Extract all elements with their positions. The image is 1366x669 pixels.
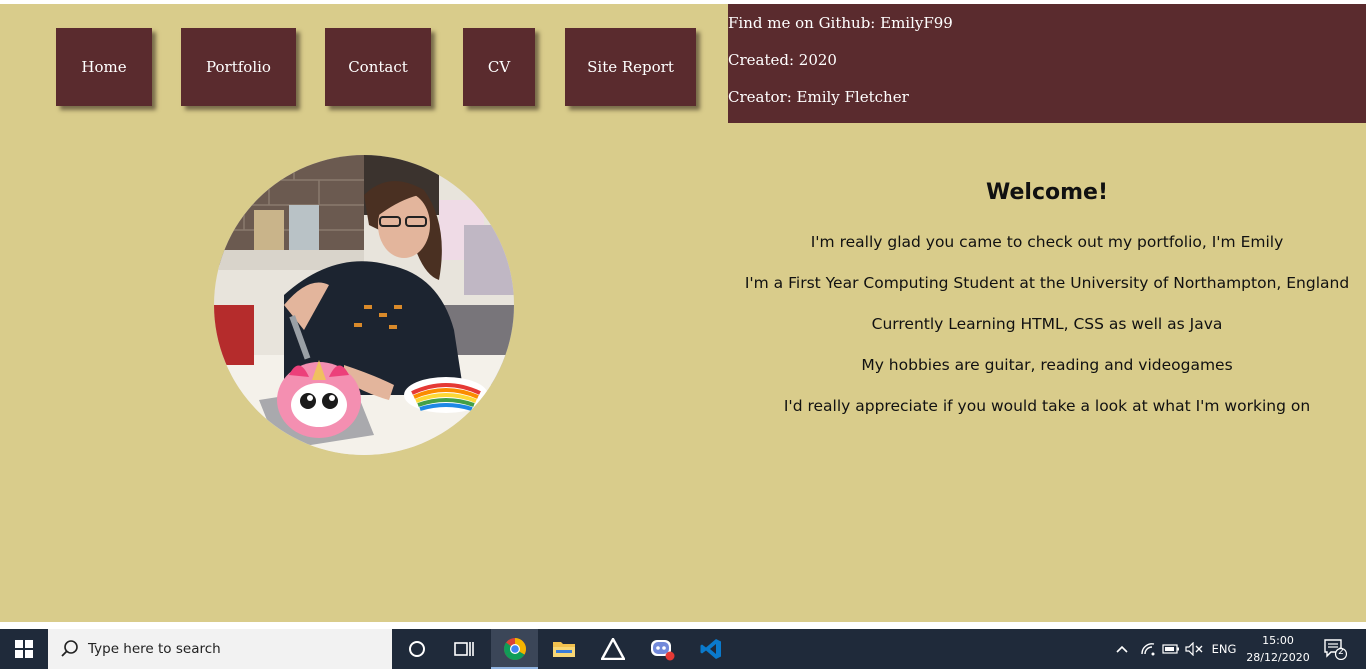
welcome-line-4: My hobbies are guitar, reading and video… [861, 356, 1233, 374]
clock[interactable]: 15:00 28/12/2020 [1244, 632, 1312, 666]
wifi-icon[interactable] [1138, 629, 1158, 669]
welcome-heading: Welcome! [986, 180, 1108, 205]
discord-icon[interactable] [638, 629, 685, 669]
unity-icon[interactable] [589, 629, 636, 669]
nav-home-button[interactable]: Home [56, 28, 152, 106]
welcome-line-3: Currently Learning HTML, CSS as well as … [871, 315, 1223, 333]
cortana-icon[interactable] [393, 629, 440, 669]
nav-cv-button[interactable]: CV [463, 28, 535, 106]
notification-count-badge: 2 [1338, 647, 1344, 657]
chrome-icon[interactable] [491, 629, 538, 669]
profile-photo [214, 155, 514, 455]
nav-site-report-button[interactable]: Site Report [565, 28, 696, 106]
welcome-line-5: I'd really appreciate if you would take … [783, 397, 1311, 415]
taskbar-search-box[interactable]: Type here to search [48, 629, 392, 669]
start-button[interactable] [0, 629, 48, 669]
volume-muted-icon[interactable] [1184, 629, 1204, 669]
show-hidden-icons-chevron-icon[interactable] [1112, 629, 1132, 669]
nav-contact-button[interactable]: Contact [325, 28, 431, 106]
vscode-icon[interactable] [687, 629, 734, 669]
windows-logo-icon [15, 640, 33, 658]
task-view-icon[interactable] [440, 629, 487, 669]
welcome-line-1: I'm really glad you came to check out my… [810, 233, 1284, 251]
windows-taskbar: Type here to search ENG 15:00 28/12/2020… [0, 629, 1366, 669]
file-explorer-icon[interactable] [540, 629, 587, 669]
search-icon [61, 640, 78, 657]
welcome-line-2: I'm a First Year Computing Student at th… [744, 274, 1350, 292]
nav-portfolio-button[interactable]: Portfolio [181, 28, 296, 106]
clock-time: 15:00 [1262, 634, 1294, 647]
action-center-icon[interactable]: 2 [1320, 629, 1350, 669]
welcome-section: Welcome! I'm really glad you came to che… [728, 4, 1366, 622]
portfolio-page: Home Portfolio Contact CV Site Report Fi… [0, 4, 1366, 622]
search-placeholder: Type here to search [88, 641, 221, 657]
battery-icon[interactable] [1161, 629, 1181, 669]
language-indicator[interactable]: ENG [1208, 629, 1240, 669]
clock-date: 28/12/2020 [1246, 651, 1310, 664]
